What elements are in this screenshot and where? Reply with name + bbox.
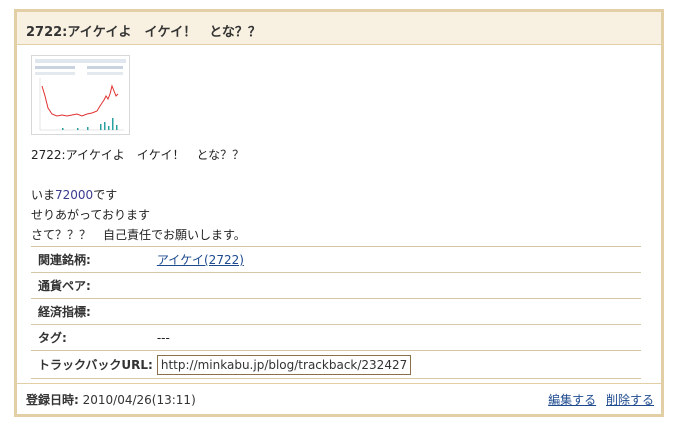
- meta-row-currency-pair: 通貨ペア:: [31, 272, 641, 299]
- economic-indicator-value: [152, 298, 641, 325]
- currency-pair-value: [152, 272, 641, 299]
- entry-title: 2722:アイケイよ イケイ！ とな？？: [17, 12, 661, 45]
- entry-text: 2722:アイケイよ イケイ！ とな？？ いま72000です せりあがっておりま…: [31, 145, 647, 245]
- blog-entry-card: 2722:アイケイよ イケイ！ とな？？ 2722:アイケイよ イケイ！ とな？…: [14, 9, 664, 417]
- body-line-2: [31, 165, 647, 185]
- body-line-1: 2722:アイケイよ イケイ！ とな？？: [31, 148, 245, 162]
- related-stock-label: 関連銘柄:: [31, 246, 153, 273]
- tags-label: タグ:: [31, 324, 153, 351]
- economic-indicator-label: 経済指標:: [31, 298, 153, 325]
- chart-thumbnail-graphic: [32, 56, 129, 134]
- body-line-4: せりあがっております: [31, 208, 151, 222]
- registered-date-label: 登録日時:: [26, 393, 79, 407]
- body-text-suffix: です: [93, 188, 118, 202]
- edit-link[interactable]: 編集する: [548, 393, 596, 407]
- meta-row-related-stock: 関連銘柄: アイケイ(2722): [31, 246, 641, 273]
- meta-row-economic-indicator: 経済指標:: [31, 298, 641, 325]
- entry-meta-table: 関連銘柄: アイケイ(2722) 通貨ペア: 経済指標: タグ: --- トラッ…: [31, 246, 641, 379]
- stock-chart-thumbnail[interactable]: [31, 55, 130, 135]
- body-line-3: いま72000です: [31, 185, 647, 205]
- body-text-prefix: いま: [31, 188, 56, 202]
- entry-footer: 登録日時: 2010/04/26(13:11) 編集する 削除する: [17, 383, 661, 414]
- price-value: 72000: [55, 188, 94, 202]
- trackback-label: トラックバックURL:: [31, 350, 153, 379]
- tags-value: ---: [152, 324, 641, 351]
- registered-date-value: 2010/04/26(13:11): [82, 393, 196, 407]
- entry-body: 2722:アイケイよ イケイ！ とな？？ いま72000です せりあがっておりま…: [17, 45, 661, 379]
- entry-actions: 編集する 削除する: [542, 391, 654, 408]
- meta-row-trackback: トラックバックURL: http://minkabu.jp/blog/track…: [31, 350, 641, 379]
- trackback-url-field[interactable]: http://minkabu.jp/blog/trackback/232427: [156, 354, 412, 375]
- delete-link[interactable]: 削除する: [606, 393, 654, 407]
- currency-pair-label: 通貨ペア:: [31, 272, 153, 299]
- meta-row-tags: タグ: ---: [31, 324, 641, 351]
- body-line-5: さて？？？ 自己責任でお願いします。: [31, 228, 246, 242]
- related-stock-link[interactable]: アイケイ(2722): [157, 253, 244, 267]
